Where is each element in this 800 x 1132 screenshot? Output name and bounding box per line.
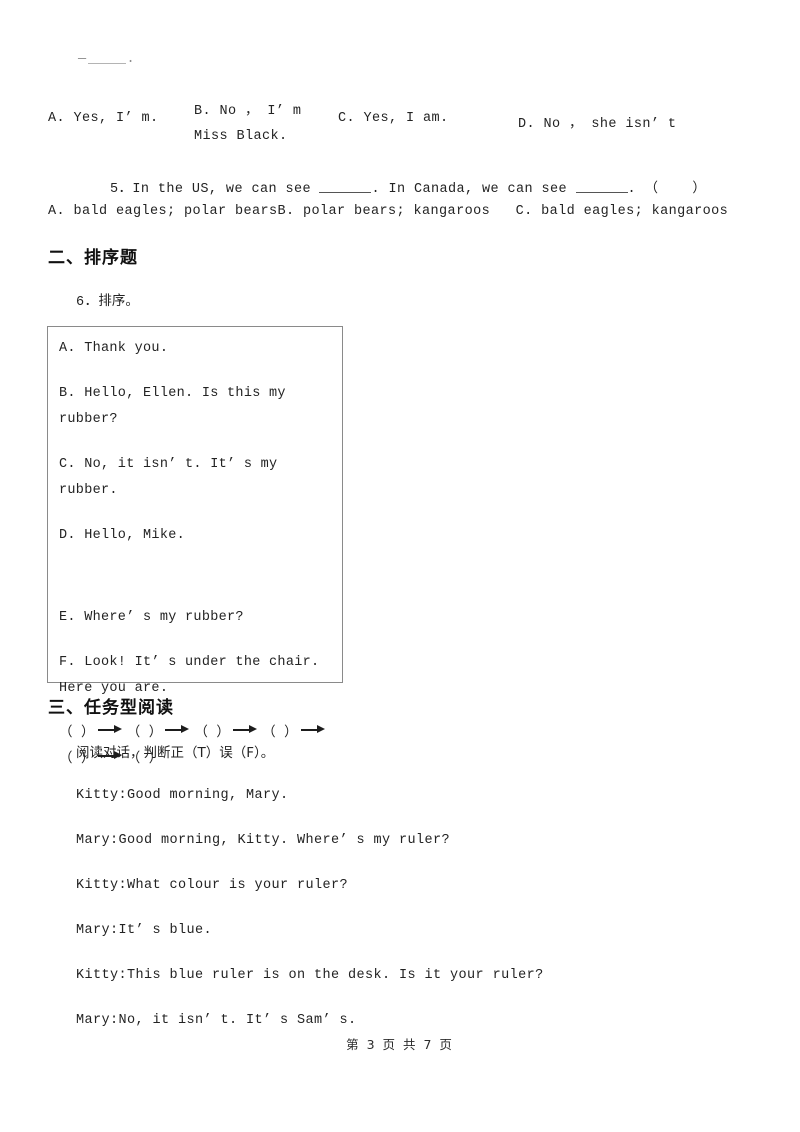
question4-option-a[interactable]: A. Yes, I’ m.	[48, 111, 159, 126]
question6-number: 6．	[76, 295, 99, 310]
sequence-slot-4[interactable]: （ ）	[262, 726, 298, 741]
top-fragment-prefix: —	[78, 52, 87, 67]
question4-option-d[interactable]: D. No ， she isn’ t	[518, 111, 676, 132]
section-heading-3: 三、任务型阅读	[48, 698, 174, 718]
sequence-slot-2[interactable]: （ ）	[127, 726, 163, 741]
question6-prompt: 6．排序。	[76, 289, 139, 310]
section-heading-2: 二、排序题	[48, 248, 138, 268]
ordering-item-b[interactable]: B. Hello, Ellen. Is this my rubber?	[59, 381, 334, 433]
question5-number: 5．	[110, 182, 133, 197]
question5-text-part1: In the US, we can see	[132, 182, 320, 197]
question5-text-part3[interactable]: . （ ）	[628, 182, 707, 197]
dialogue-line-4: Mary:It’ s blue.	[76, 923, 213, 938]
sequence-slot-1[interactable]: （ ）	[59, 726, 95, 741]
question5-options-line[interactable]: A. bald eagles; polar bearsB. polar bear…	[48, 204, 728, 219]
reading-instruction: 阅读对话，判断正（T）误（F）。	[76, 745, 275, 761]
dialogue-line-1: Kitty:Good morning, Mary.	[76, 788, 289, 803]
ordering-item-d[interactable]: D. Hello, Mike.	[59, 523, 334, 549]
ordering-item-e[interactable]: E. Where’ s my rubber?	[59, 605, 334, 631]
question4-options: A. Yes, I’ m. B. No ， I’ m Miss Black. C…	[48, 104, 752, 151]
question5-blank-2[interactable]	[575, 192, 628, 193]
ordering-item-c[interactable]: C. No, it isn’ t. It’ s my rubber.	[59, 452, 334, 504]
dialogue-line-2: Mary:Good morning, Kitty. Where’ s my ru…	[76, 833, 451, 848]
question5-text-part2: . In Canada, we can see	[371, 182, 576, 197]
question4-option-b[interactable]: B. No ， I’ m Miss Black.	[194, 99, 334, 149]
top-fragment-suffix: .	[126, 52, 136, 67]
fill-in-blank	[87, 63, 126, 64]
ordering-box: A. Thank you. B. Hello, Ellen. Is this m…	[47, 326, 343, 767]
dialogue-line-6: Mary:No, it isn’ t. It’ s Sam’ s.	[76, 1013, 357, 1028]
sequence-slot-3[interactable]: （ ）	[194, 726, 230, 741]
truncated-top-line: —.	[78, 52, 135, 67]
question6-prompt-text: 排序。	[98, 293, 139, 309]
page-footer: 第 3 页 共 7 页	[346, 1037, 454, 1052]
right-arrow-icon	[233, 725, 259, 735]
question5-blank-1[interactable]	[319, 192, 372, 193]
exam-page: —. A. Yes, I’ m. B. No ， I’ m Miss Black…	[0, 0, 800, 1132]
question4-option-c[interactable]: C. Yes, I am.	[338, 111, 449, 126]
right-arrow-icon	[300, 725, 327, 735]
ordering-item-a[interactable]: A. Thank you.	[59, 336, 334, 362]
dialogue-line-3: Kitty:What colour is your ruler?	[76, 878, 349, 893]
dialogue-line-5: Kitty:This blue ruler is on the desk. Is…	[76, 968, 544, 983]
right-arrow-icon	[165, 725, 191, 735]
right-arrow-icon	[97, 725, 124, 735]
